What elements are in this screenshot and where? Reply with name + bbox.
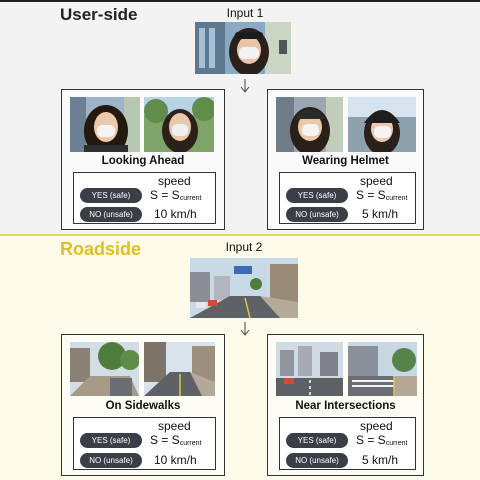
on-sidewalks-panel: On Sidewalks speed YES (safe) S = Scurre… <box>61 334 225 476</box>
no-unsafe-badge: NO (unsafe) <box>286 453 348 468</box>
user-side-title: User-side <box>60 5 138 24</box>
roadside-section: Roadside Input 2 On Sidewalks speed YES … <box>0 234 480 480</box>
looking-ahead-speed-rules: speed YES (safe) S = Scurrent NO (unsafe… <box>73 172 216 224</box>
yes-speed-value: S = Scurrent <box>356 188 408 202</box>
yes-speed-value: S = Scurrent <box>150 188 202 202</box>
no-speed-value: 10 km/h <box>154 207 197 221</box>
looking-ahead-photo-1 <box>70 97 140 152</box>
wearing-helmet-title: Wearing Helmet <box>302 155 389 167</box>
no-speed-value: 5 km/h <box>362 207 399 221</box>
no-unsafe-badge: NO (unsafe) <box>80 207 142 222</box>
speed-header: speed <box>360 174 393 188</box>
input-2-label: Input 2 <box>225 240 263 254</box>
yes-speed-value: S = Scurrent <box>150 433 202 447</box>
yes-speed-value: S = Scurrent <box>356 433 408 447</box>
looking-ahead-title: Looking Ahead <box>101 155 185 167</box>
input-1-label: Input 1 <box>226 6 264 20</box>
on-sidewalks-photo-1 <box>70 342 139 396</box>
wearing-helmet-photo-2 <box>348 97 416 152</box>
speed-header: speed <box>158 174 191 188</box>
near-intersections-photo-1 <box>276 342 343 396</box>
wearing-helmet-panel: Wearing Helmet speed YES (safe) S = Scur… <box>267 89 424 230</box>
no-unsafe-badge: NO (unsafe) <box>286 207 348 222</box>
near-intersections-speed-rules: speed YES (safe) S = Scurrent NO (unsafe… <box>279 417 416 470</box>
yes-safe-badge: YES (safe) <box>80 188 142 203</box>
near-intersections-photo-2 <box>348 342 417 396</box>
near-intersections-title: Near Intersections <box>295 400 396 412</box>
no-unsafe-badge: NO (unsafe) <box>80 453 142 468</box>
yes-safe-badge: YES (safe) <box>80 433 142 448</box>
input-1-arrow <box>240 79 250 93</box>
yes-safe-badge: YES (safe) <box>286 433 348 448</box>
input-2-arrow <box>240 322 250 336</box>
looking-ahead-photo-2 <box>144 97 214 152</box>
no-speed-value: 10 km/h <box>154 453 197 467</box>
input-2-street-photo <box>190 258 298 318</box>
wearing-helmet-speed-rules: speed YES (safe) S = Scurrent NO (unsafe… <box>279 172 416 224</box>
yes-safe-badge: YES (safe) <box>286 188 348 203</box>
on-sidewalks-photo-2 <box>144 342 215 396</box>
input-1-selfie-photo <box>195 22 291 74</box>
near-intersections-panel: Near Intersections speed YES (safe) S = … <box>267 334 424 476</box>
roadside-title: Roadside <box>60 239 142 259</box>
looking-ahead-panel: Looking Ahead speed YES (safe) S = Scurr… <box>61 89 225 230</box>
on-sidewalks-speed-rules: speed YES (safe) S = Scurrent NO (unsafe… <box>73 417 216 470</box>
wearing-helmet-photo-1 <box>276 97 343 152</box>
on-sidewalks-title: On Sidewalks <box>105 400 181 412</box>
no-speed-value: 5 km/h <box>362 453 399 467</box>
speed-header: speed <box>158 419 191 433</box>
user-side-section: User-side Input 1 Looking Ahead speed YE… <box>0 0 480 234</box>
speed-header: speed <box>360 419 393 433</box>
